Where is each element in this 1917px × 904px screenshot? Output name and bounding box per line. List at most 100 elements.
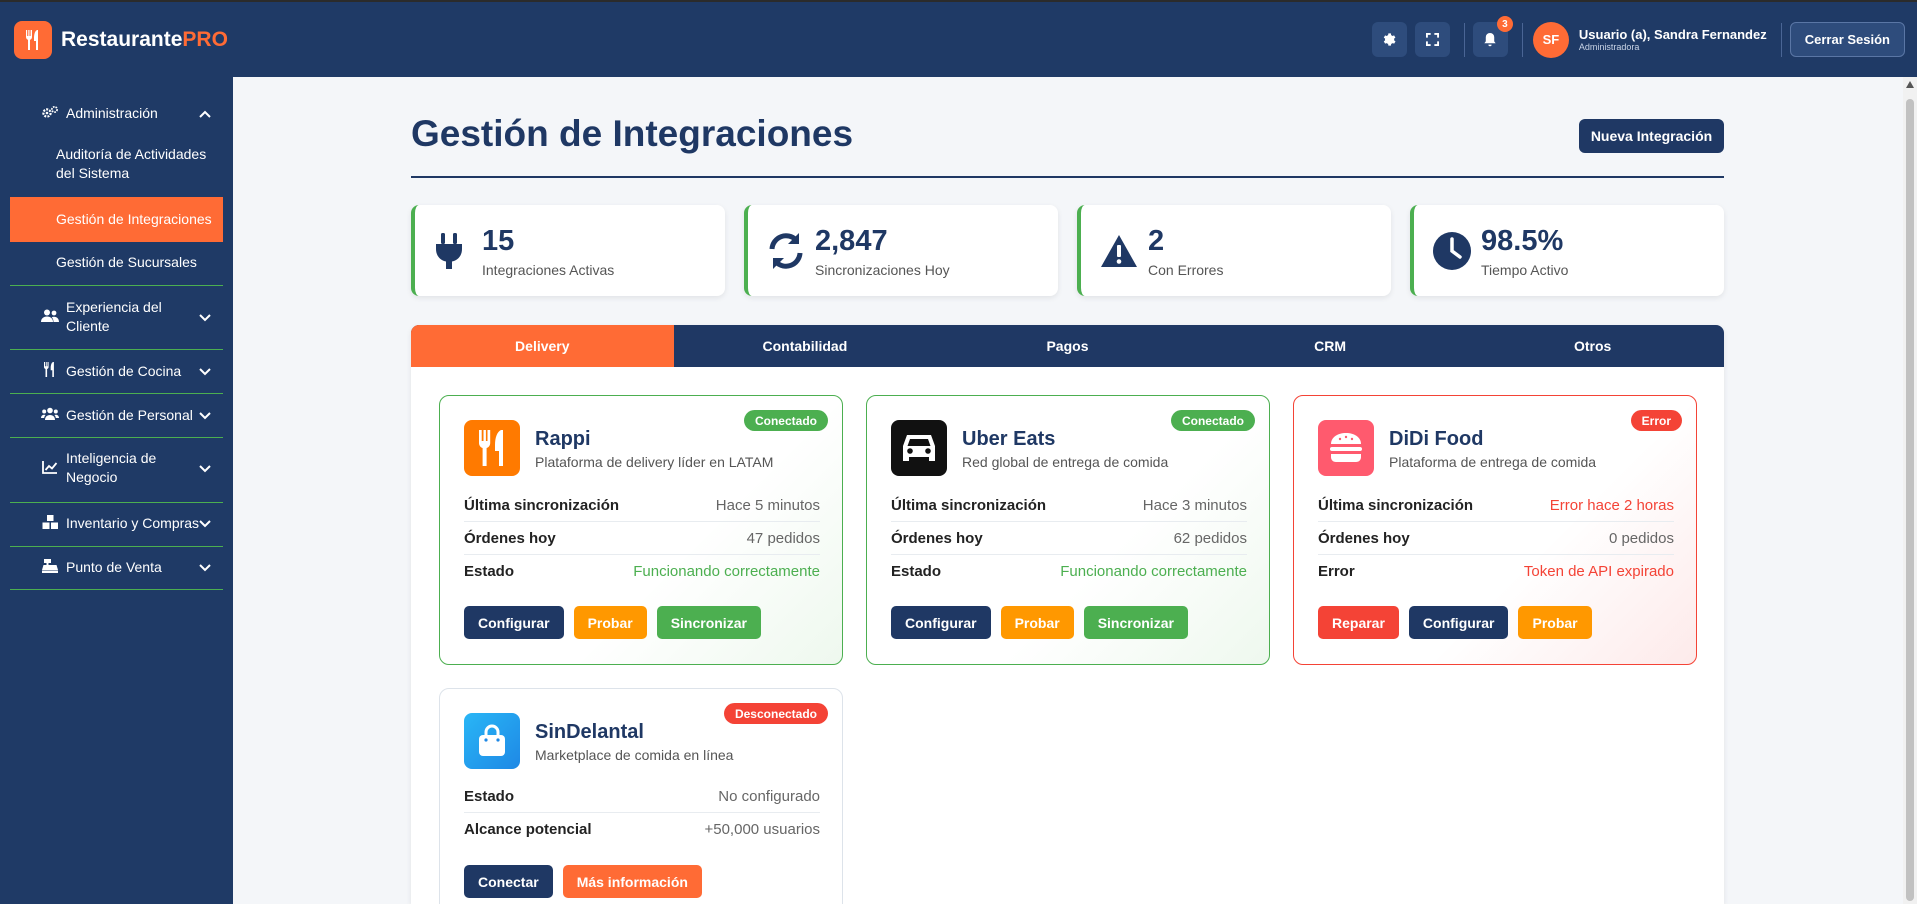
sidebar-item-label: Gestión de Cocina <box>66 362 182 379</box>
sidebar-item-label: Administración <box>66 104 158 121</box>
tab-delivery[interactable]: Delivery <box>411 325 674 367</box>
user-name: Usuario (a), Sandra Fernandez <box>1578 27 1767 42</box>
sidebar-item-cocina[interactable]: Gestión de Cocina <box>10 361 223 381</box>
stat-card-errors: 2 Con Errores <box>1077 205 1391 296</box>
test-button[interactable]: Probar <box>573 606 647 639</box>
fullscreen-button[interactable] <box>1414 22 1450 57</box>
users-icon <box>40 309 60 325</box>
divider <box>10 502 223 503</box>
stat-label: Integraciones Activas <box>482 262 615 278</box>
sidebar-item-administracion[interactable]: Administración <box>10 101 223 125</box>
boxes-icon <box>40 514 60 532</box>
sidebar-item-punto-venta[interactable]: Punto de Venta <box>10 557 223 577</box>
tab-pagos[interactable]: Pagos <box>936 325 1199 367</box>
info-row: Órdenes hoy 0 pedidos <box>1318 522 1674 555</box>
connect-button[interactable]: Conectar <box>464 865 553 898</box>
sidebar-item-label: Inteligencia de Negocio <box>66 450 157 485</box>
integration-card-uber-eats: Conectado Uber Eats Red global de entreg… <box>866 395 1270 665</box>
tab-contabilidad[interactable]: Contabilidad <box>674 325 937 367</box>
chevron-down-icon <box>199 515 211 531</box>
utensils-logo-icon <box>14 20 52 59</box>
status-badge: Conectado <box>1170 410 1255 431</box>
sidebar-item-experiencia[interactable]: Experiencia del Cliente <box>10 298 223 336</box>
chevron-down-icon <box>199 460 211 476</box>
divider <box>10 589 223 590</box>
tab-crm[interactable]: CRM <box>1199 325 1462 367</box>
sync-button[interactable]: Sincronizar <box>656 606 761 639</box>
brand[interactable]: RestaurantePRO <box>14 20 228 59</box>
configure-button[interactable]: Configurar <box>891 606 991 639</box>
notifications-button[interactable]: 3 <box>1472 16 1513 57</box>
divider <box>1463 22 1465 57</box>
sidebar-subitem-integraciones[interactable]: Gestión de Integraciones <box>10 197 223 242</box>
avatar[interactable]: SF <box>1532 21 1569 58</box>
divider <box>1780 22 1782 57</box>
chevron-down-icon <box>199 559 211 575</box>
stat-card-syncs: 2,847 Sincronizaciones Hoy <box>744 205 1058 296</box>
info-row: Estado Funcionando correctamente <box>891 563 1247 580</box>
sidebar-item-label: Experiencia del Cliente <box>66 299 162 334</box>
tab-bar: Delivery Contabilidad Pagos CRM Otros <box>411 325 1724 367</box>
sidebar-item-inventario[interactable]: Inventario y Compras <box>10 513 223 533</box>
stat-value: 15 <box>482 225 515 257</box>
scroll-up-arrow-icon[interactable] <box>1906 81 1914 88</box>
info-row: Estado No configurado <box>464 780 820 813</box>
page-title: Gestión de Integraciones <box>411 113 854 154</box>
logout-button[interactable]: Cerrar Sesión <box>1789 22 1905 57</box>
tab-otros[interactable]: Otros <box>1461 325 1724 367</box>
info-row: Estado Funcionando correctamente <box>464 563 820 580</box>
status-badge: Conectado <box>743 410 828 431</box>
title-divider <box>411 176 1724 178</box>
user-role: Administradora <box>1578 42 1640 52</box>
sidebar-item-personal[interactable]: Gestión de Personal <box>10 405 223 425</box>
info-row: Alcance potencial +50,000 usuarios <box>464 821 820 838</box>
stat-card-uptime: 98.5% Tiempo Activo <box>1410 205 1724 296</box>
sync-icon <box>766 229 806 273</box>
chevron-up-icon <box>199 105 211 121</box>
integration-description: Plataforma de entrega de comida <box>1389 454 1597 470</box>
stat-label: Con Errores <box>1148 262 1224 278</box>
integration-name: Uber Eats <box>962 428 1056 450</box>
divider <box>10 349 223 350</box>
utensils-icon <box>464 420 520 476</box>
sidebar-item-label: Inventario y Compras <box>66 514 200 531</box>
configure-button[interactable]: Configurar <box>1408 606 1509 639</box>
more-info-button[interactable]: Más información <box>562 865 702 898</box>
configure-button[interactable]: Configurar <box>464 606 564 639</box>
chevron-down-icon <box>199 309 211 325</box>
stat-value: 2,847 <box>815 225 888 257</box>
sidebar-item-inteligencia[interactable]: Inteligencia de Negocio <box>10 449 223 487</box>
test-button[interactable]: Probar <box>1518 606 1592 639</box>
settings-button[interactable] <box>1371 22 1407 57</box>
team-icon <box>40 407 60 423</box>
user-info[interactable]: Usuario (a), Sandra Fernandez Administra… <box>1579 27 1767 52</box>
stat-label: Sincronizaciones Hoy <box>815 262 950 278</box>
stat-value: 2 <box>1148 225 1165 257</box>
sidebar-subitem-sucursales[interactable]: Gestión de Sucursales <box>10 253 223 272</box>
chevron-down-icon <box>199 407 211 423</box>
gear-icon <box>1383 33 1396 46</box>
clock-icon <box>1432 229 1472 273</box>
scrollbar-thumb[interactable] <box>1906 99 1914 901</box>
integration-card-rappi: Conectado Rappi Plataforma de delivery l… <box>439 395 843 665</box>
sync-button[interactable]: Sincronizar <box>1083 606 1188 639</box>
test-button[interactable]: Probar <box>1000 606 1074 639</box>
sidebar-item-label: Punto de Venta <box>66 558 162 575</box>
status-badge: Error <box>1630 410 1682 431</box>
info-row: Última sincronización Hace 5 minutos <box>464 489 820 522</box>
notification-count-badge: 3 <box>1496 16 1513 32</box>
stat-label: Tiempo Activo <box>1481 262 1569 278</box>
utensils-icon <box>40 362 60 380</box>
scrollbar[interactable] <box>1903 77 1917 904</box>
info-row: Última sincronización Hace 3 minutos <box>891 489 1247 522</box>
integration-name: SinDelantal <box>535 721 644 743</box>
chart-line-icon <box>40 460 60 477</box>
info-row: Órdenes hoy 62 pedidos <box>891 522 1247 555</box>
integration-description: Red global de entrega de comida <box>962 454 1169 470</box>
info-row: Error Token de API expirado <box>1318 563 1674 580</box>
brand-name: RestaurantePRO <box>61 27 228 51</box>
new-integration-button[interactable]: Nueva Integración <box>1579 119 1724 153</box>
sidebar-subitem-auditoria[interactable]: Auditoría de Actividades del Sistema <box>10 145 223 183</box>
repair-button[interactable]: Reparar <box>1318 606 1399 639</box>
divider <box>10 437 223 438</box>
